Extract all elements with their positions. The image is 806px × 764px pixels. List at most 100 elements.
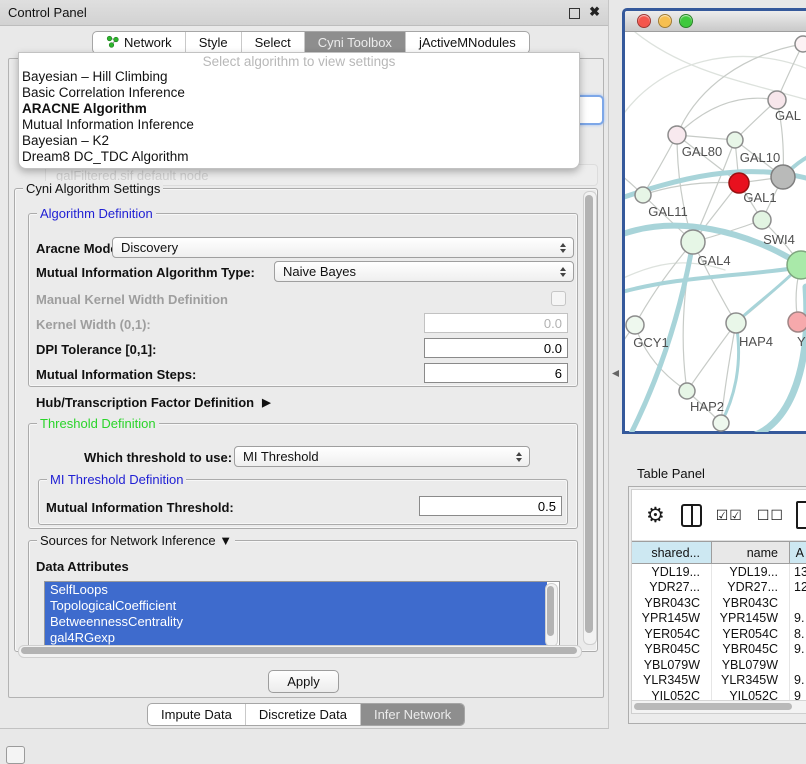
table-cell: 9.: [790, 673, 806, 689]
network-node[interactable]: [771, 165, 795, 189]
network-node[interactable]: [681, 230, 705, 254]
mi-steps-input[interactable]: [424, 363, 568, 383]
network-window-titlebar[interactable]: [625, 11, 806, 32]
settings-horizontal-scrollbar[interactable]: [18, 645, 582, 658]
gear-icon[interactable]: ⚙: [646, 503, 665, 528]
table-cell: YBR045C: [632, 642, 712, 658]
table-cell: [790, 657, 806, 673]
node-label-hap4: HAP4: [739, 334, 773, 349]
tab-select[interactable]: Select: [242, 32, 305, 53]
window-zoom-button[interactable]: [679, 14, 693, 28]
select-all-checks-icon[interactable]: ☑☑: [716, 507, 743, 524]
tab-style[interactable]: Style: [186, 32, 242, 53]
network-node[interactable]: [726, 313, 746, 333]
network-node[interactable]: [768, 91, 786, 109]
tab-network[interactable]: Network: [93, 32, 186, 53]
mi-type-select[interactable]: Naive Bayes: [274, 261, 574, 282]
algorithm-dropdown-popup: Select algorithm to view settings Bayesi…: [18, 52, 580, 169]
close-panel-icon[interactable]: ✖: [589, 4, 600, 20]
dpi-tolerance-label: DPI Tolerance [0,1]:: [36, 342, 156, 357]
window-close-button[interactable]: [637, 14, 651, 28]
algorithm-option-aracne-algorithm[interactable]: ARACNE Algorithm: [19, 101, 579, 117]
column-header-a[interactable]: A: [790, 542, 806, 563]
data-attributes-label: Data Attributes: [36, 559, 129, 574]
attribute-item-gal4rgexp[interactable]: gal4RGexp: [45, 630, 547, 646]
algorithm-dropdown-placeholder: Select algorithm to view settings: [19, 53, 579, 69]
network-node[interactable]: [788, 312, 806, 332]
attribute-item-topologicalcoefficient[interactable]: TopologicalCoefficient: [45, 598, 547, 614]
table-cell: [790, 595, 806, 611]
hub-definition-expander[interactable]: Hub/Transcription Factor Definition ▶: [36, 395, 271, 410]
tab-label: Network: [124, 35, 172, 50]
tab-impute-data[interactable]: Impute Data: [148, 704, 246, 725]
table-row[interactable]: YER054CYER054C8.: [632, 626, 806, 642]
node-label-gal1: GAL1: [743, 190, 776, 205]
table-cell: YDL19...: [712, 564, 790, 580]
algorithm-option-bayesian-k2[interactable]: Bayesian – K2: [19, 133, 579, 149]
expand-arrow-icon[interactable]: ▶: [262, 396, 270, 409]
table-row[interactable]: YDL19...YDL19...13: [632, 564, 806, 580]
table-horizontal-scrollbar[interactable]: [632, 700, 806, 713]
window-minimize-button[interactable]: [658, 14, 672, 28]
which-threshold-select[interactable]: MI Threshold: [234, 446, 530, 467]
network-node[interactable]: [668, 126, 686, 144]
network-node[interactable]: [753, 211, 771, 229]
table-cell: YDR27...: [632, 580, 712, 596]
table-panel-title: Table Panel: [637, 466, 705, 481]
node-label-gal11: GAL11: [648, 204, 688, 219]
dpi-tolerance-input[interactable]: [424, 338, 568, 358]
node-label-y: Y: [797, 334, 806, 349]
manual-kernel-checkbox[interactable]: [551, 291, 566, 306]
network-node[interactable]: [795, 36, 806, 52]
node-label-gal10: GAL10: [740, 150, 780, 165]
node-label-gcy1: GCY1: [633, 335, 668, 350]
data-attributes-list[interactable]: SelfLoopsTopologicalCoefficientBetweenne…: [44, 581, 560, 649]
tab-discretize-data[interactable]: Discretize Data: [246, 704, 361, 725]
document-icon[interactable]: [796, 501, 806, 529]
sources-title-text: Sources for Network Inference: [40, 533, 216, 548]
column-header-shared-[interactable]: shared...: [632, 542, 712, 563]
algorithm-option-dream8-dc-tdc-algorithm[interactable]: Dream8 DC_TDC Algorithm: [19, 149, 579, 165]
attribute-item-betweennesscentrality[interactable]: BetweennessCentrality: [45, 614, 547, 630]
table-row[interactable]: YLR345WYLR345W9.: [632, 673, 806, 689]
network-icon: [106, 35, 119, 51]
algorithm-option-bayesian-hill-climbing[interactable]: Bayesian – Hill Climbing: [19, 69, 579, 85]
columns-icon[interactable]: [681, 504, 702, 527]
collapse-arrow-icon[interactable]: ▼: [219, 533, 232, 548]
algorithm-option-mutual-information-inference[interactable]: Mutual Information Inference: [19, 117, 579, 133]
table-row[interactable]: YDR27...YDR27...12: [632, 580, 806, 596]
algorithm-option-basic-correlation-inference[interactable]: Basic Correlation Inference: [19, 85, 579, 101]
network-node[interactable]: [713, 415, 729, 431]
network-node[interactable]: [727, 132, 743, 148]
table-row[interactable]: YBR043CYBR043C: [632, 595, 806, 611]
table-cell: YDL19...: [632, 564, 712, 580]
algorithm-dropdown-list: Bayesian – Hill ClimbingBasic Correlatio…: [19, 69, 579, 165]
network-node[interactable]: [626, 316, 644, 334]
mi-threshold-input[interactable]: [419, 496, 562, 516]
node-label-gal80: GAL80: [682, 144, 722, 159]
table-row[interactable]: YBR045CYBR045C9.: [632, 642, 806, 658]
tab-infer-network[interactable]: Infer Network: [361, 704, 464, 725]
network-node[interactable]: [635, 187, 651, 203]
tab-jactivemnodules[interactable]: jActiveMNodules: [406, 32, 529, 53]
collapsed-panel-button[interactable]: [6, 746, 25, 764]
attributes-list-scrollbar[interactable]: [545, 583, 558, 647]
apply-button[interactable]: Apply: [268, 670, 339, 693]
aracne-mode-value: Discovery: [121, 240, 178, 255]
aracne-mode-select[interactable]: Discovery: [112, 237, 574, 258]
kernel-width-input[interactable]: [424, 313, 568, 333]
table-row[interactable]: YBL079WYBL079W: [632, 657, 806, 673]
settings-vertical-scrollbar[interactable]: [583, 191, 597, 645]
tab-label: Discretize Data: [259, 707, 347, 722]
network-canvas[interactable]: GALGAL80GAL10GAL1GAL11GAL4SWI4GCY1HAP4YH…: [625, 32, 806, 432]
network-node[interactable]: [679, 383, 695, 399]
deselect-all-checks-icon[interactable]: ☐☐: [757, 507, 784, 524]
attribute-item-selfloops[interactable]: SelfLoops: [45, 582, 547, 598]
manual-kernel-label: Manual Kernel Width Definition: [36, 292, 228, 307]
float-panel-icon[interactable]: [569, 8, 580, 19]
column-header-name[interactable]: name: [712, 542, 790, 563]
tab-cyni-toolbox[interactable]: Cyni Toolbox: [305, 32, 406, 53]
tab-label: jActiveMNodules: [419, 35, 516, 50]
apply-button-label: Apply: [287, 674, 320, 689]
table-row[interactable]: YPR145WYPR145W9.: [632, 611, 806, 627]
